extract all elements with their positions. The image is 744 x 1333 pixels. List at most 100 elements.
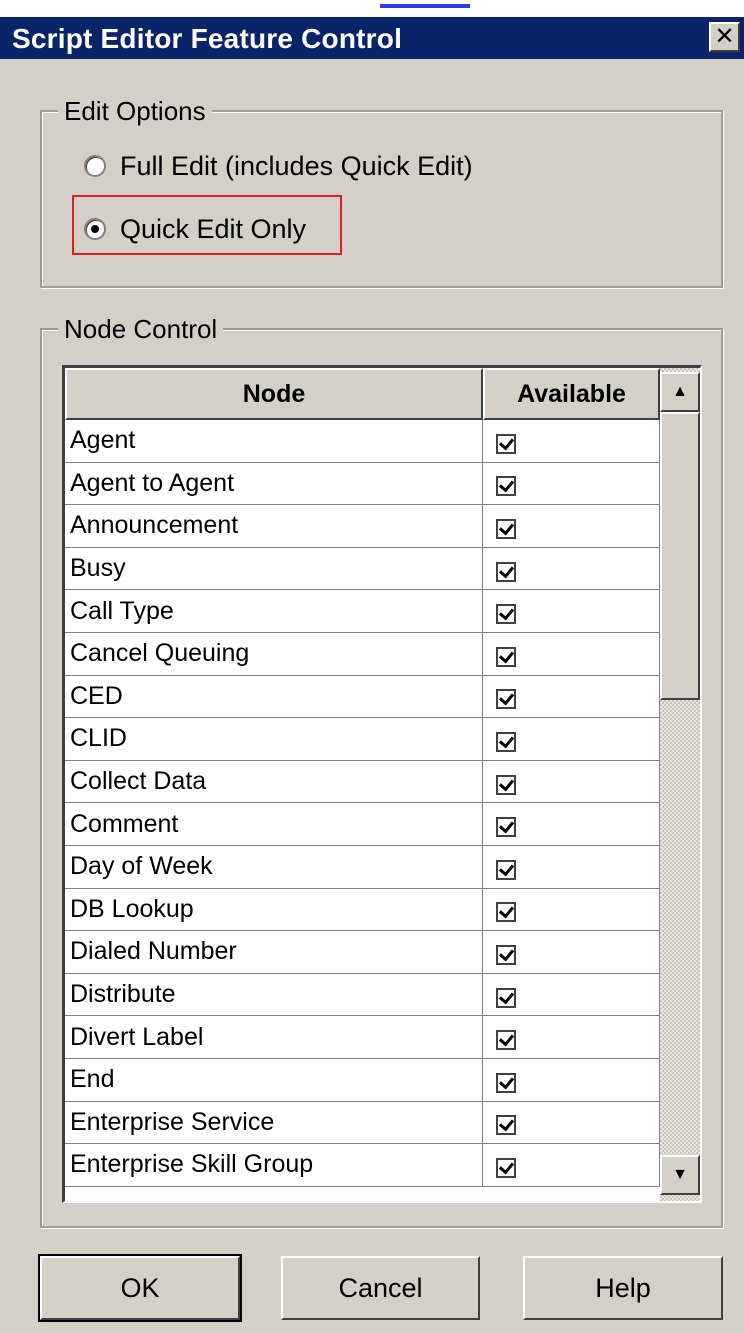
available-cell xyxy=(483,760,660,804)
background-link-fragment xyxy=(380,0,470,8)
node-name-cell[interactable]: Day of Week xyxy=(65,845,483,889)
available-checkbox[interactable] xyxy=(496,1030,516,1051)
table-row[interactable]: Agent to Agent xyxy=(65,462,660,506)
column-header-node[interactable]: Node xyxy=(65,368,483,420)
available-cell xyxy=(483,1016,660,1059)
help-button[interactable]: Help xyxy=(523,1256,723,1320)
table-row[interactable]: Enterprise Service xyxy=(65,1101,660,1145)
available-checkbox[interactable] xyxy=(496,604,516,625)
node-name-cell[interactable]: Cancel Queuing xyxy=(65,632,483,676)
scroll-up-button[interactable]: ▲ xyxy=(660,372,700,412)
available-checkbox[interactable] xyxy=(496,476,516,497)
node-name-cell[interactable]: Announcement xyxy=(65,505,483,548)
table-row[interactable]: Day of Week xyxy=(65,845,660,889)
node-name-cell[interactable]: CED xyxy=(65,675,483,719)
radio-full-edit-label: Full Edit (includes Quick Edit) xyxy=(120,150,473,181)
table-row[interactable]: Busy xyxy=(65,547,660,591)
triangle-down-icon: ▼ xyxy=(672,1166,688,1183)
available-checkbox[interactable] xyxy=(496,902,516,923)
available-cell xyxy=(483,462,660,506)
table-row[interactable]: Divert Label xyxy=(65,1016,660,1059)
available-checkbox[interactable] xyxy=(496,774,516,795)
available-checkbox[interactable] xyxy=(496,646,516,667)
available-checkbox[interactable] xyxy=(496,518,516,539)
node-name-cell[interactable]: End xyxy=(65,1058,483,1102)
available-checkbox[interactable] xyxy=(496,1115,516,1136)
available-checkbox[interactable] xyxy=(496,944,516,965)
available-checkbox[interactable] xyxy=(496,731,516,752)
triangle-up-icon: ▲ xyxy=(672,383,688,400)
table-row[interactable]: Agent xyxy=(65,420,660,463)
available-cell xyxy=(483,1058,660,1102)
background-window-strip xyxy=(0,0,744,17)
available-cell xyxy=(483,931,660,974)
available-cell xyxy=(483,973,660,1017)
node-name-cell[interactable]: Call Type xyxy=(65,590,483,633)
node-name-cell[interactable]: Agent xyxy=(65,420,483,463)
available-cell xyxy=(483,505,660,548)
available-checkbox[interactable] xyxy=(496,1072,516,1093)
node-name-cell[interactable]: Dialed Number xyxy=(65,931,483,974)
radio-quick-edit-button[interactable] xyxy=(84,218,106,240)
available-cell xyxy=(483,675,660,719)
table-row[interactable]: Comment xyxy=(65,803,660,846)
cancel-button[interactable]: Cancel xyxy=(281,1256,480,1320)
table-row[interactable]: Call Type xyxy=(65,590,660,633)
available-checkbox[interactable] xyxy=(496,1157,516,1178)
available-cell xyxy=(483,845,660,889)
available-checkbox[interactable] xyxy=(496,987,516,1008)
dialog-titlebar: Script Editor Feature Control ✕ xyxy=(0,17,744,59)
grid-header: Node Available xyxy=(65,368,660,420)
table-row[interactable]: Cancel Queuing xyxy=(65,632,660,676)
table-row[interactable]: Dialed Number xyxy=(65,931,660,974)
node-name-cell[interactable]: Busy xyxy=(65,547,483,591)
table-row[interactable]: Distribute xyxy=(65,973,660,1017)
available-cell xyxy=(483,632,660,676)
dialog-title: Script Editor Feature Control xyxy=(12,23,403,54)
table-row[interactable]: Announcement xyxy=(65,505,660,548)
node-name-cell[interactable]: Distribute xyxy=(65,973,483,1017)
available-cell xyxy=(483,420,660,463)
grid-rows: Agent Agent to Agent Announcement Busy Call … xyxy=(65,420,660,1187)
close-button[interactable]: ✕ xyxy=(709,22,740,52)
ok-button[interactable]: OK xyxy=(38,1254,242,1322)
scroll-down-button[interactable]: ▼ xyxy=(660,1155,700,1195)
scrollbar-thumb[interactable] xyxy=(660,412,700,700)
available-checkbox[interactable] xyxy=(496,689,516,710)
radio-full-edit[interactable]: Full Edit (includes Quick Edit) xyxy=(84,148,473,184)
radio-quick-edit[interactable]: Quick Edit Only xyxy=(84,211,306,247)
node-name-cell[interactable]: Enterprise Skill Group xyxy=(65,1144,483,1187)
edit-options-legend: Edit Options xyxy=(58,96,212,126)
node-name-cell[interactable]: Comment xyxy=(65,803,483,846)
table-row[interactable]: CED xyxy=(65,675,660,719)
available-cell xyxy=(483,718,660,761)
available-cell xyxy=(483,1101,660,1145)
table-row[interactable]: Collect Data xyxy=(65,760,660,804)
node-grid: Node Available Agent Agent to Agent Announ… xyxy=(62,365,702,1203)
close-icon: ✕ xyxy=(714,23,735,50)
node-name-cell[interactable]: CLID xyxy=(65,718,483,761)
node-name-cell[interactable]: DB Lookup xyxy=(65,888,483,932)
node-name-cell[interactable]: Enterprise Service xyxy=(65,1101,483,1145)
node-name-cell[interactable]: Divert Label xyxy=(65,1016,483,1059)
available-cell xyxy=(483,590,660,633)
vertical-scrollbar[interactable]: ▲ ▼ xyxy=(660,368,700,1201)
table-row[interactable]: End xyxy=(65,1058,660,1102)
column-header-available[interactable]: Available xyxy=(483,368,660,420)
table-row[interactable]: DB Lookup xyxy=(65,888,660,932)
radio-quick-edit-label: Quick Edit Only xyxy=(120,213,307,244)
available-checkbox[interactable] xyxy=(496,859,516,880)
table-row[interactable]: CLID xyxy=(65,718,660,761)
node-control-legend: Node Control xyxy=(58,314,224,344)
available-checkbox[interactable] xyxy=(496,561,516,582)
available-cell xyxy=(483,1144,660,1187)
node-name-cell[interactable]: Agent to Agent xyxy=(65,462,483,506)
table-row[interactable]: Enterprise Skill Group xyxy=(65,1144,660,1187)
radio-full-edit-button[interactable] xyxy=(84,155,106,177)
available-checkbox[interactable] xyxy=(496,817,516,838)
available-cell xyxy=(483,888,660,932)
available-cell xyxy=(483,803,660,846)
node-name-cell[interactable]: Collect Data xyxy=(65,760,483,804)
available-checkbox[interactable] xyxy=(496,433,516,454)
available-cell xyxy=(483,547,660,591)
